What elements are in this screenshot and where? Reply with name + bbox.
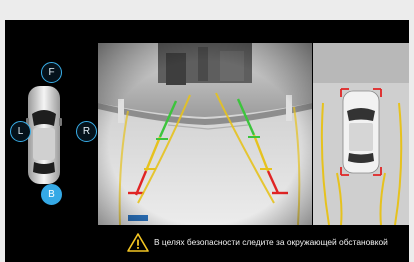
- surround-top-view: [313, 43, 409, 225]
- warning-triangle-icon: [127, 232, 149, 252]
- car-top-view-icon: [26, 86, 62, 184]
- warning-text: В целях безопасности следите за окружающ…: [154, 237, 388, 247]
- rear-camera-view: [98, 43, 312, 225]
- safety-warning: В целях безопасности следите за окружающ…: [127, 231, 388, 253]
- right-camera-button[interactable]: R: [76, 121, 97, 142]
- top-view-car-icon: [342, 90, 380, 174]
- front-camera-button[interactable]: F: [41, 62, 62, 83]
- back-camera-button[interactable]: B: [41, 184, 62, 205]
- left-camera-button[interactable]: L: [10, 121, 31, 142]
- camera-screen: F L R B В целях безопасности следите за …: [5, 20, 409, 262]
- camera-selector-panel: F L R B: [5, 20, 98, 262]
